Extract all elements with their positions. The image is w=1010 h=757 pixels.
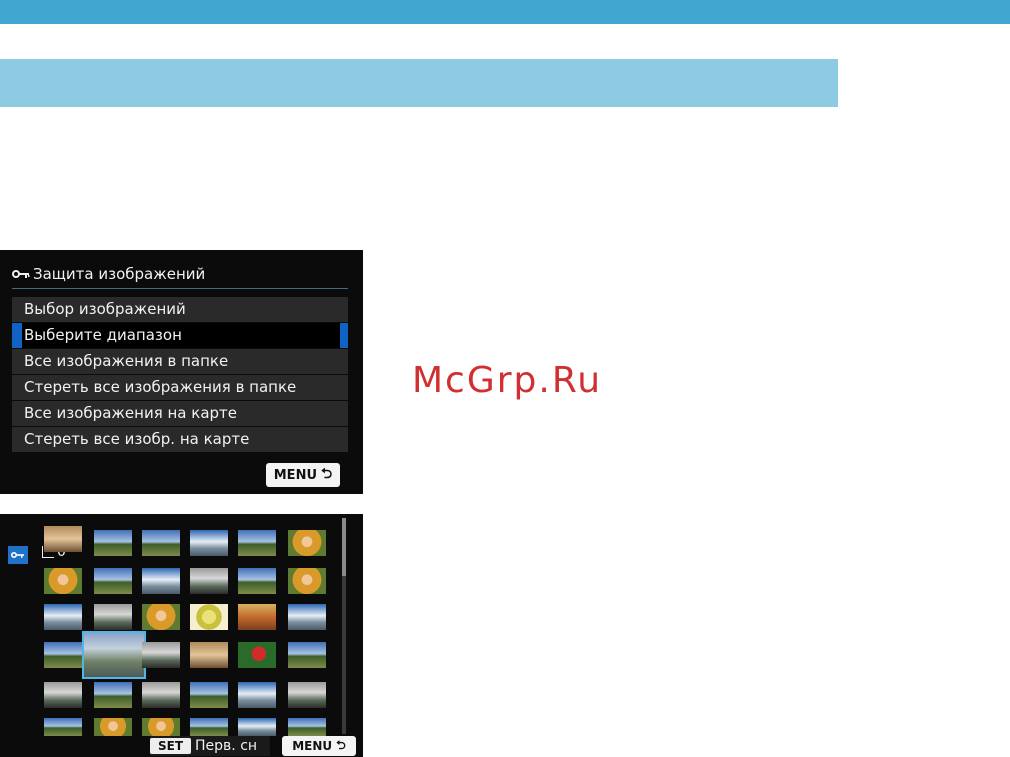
thumbnail[interactable] xyxy=(288,604,326,630)
menu-item-clear-all-on-card[interactable]: Стереть все изобр. на карте xyxy=(12,427,348,452)
top-color-bar xyxy=(0,0,1010,24)
thumbnail[interactable] xyxy=(190,682,228,708)
menu-item-label: Стереть все изобр. на карте xyxy=(24,430,250,448)
protect-images-menu-screen: Защита изображений Выбор изображений Выб… xyxy=(0,250,363,494)
thumbnail[interactable] xyxy=(44,642,82,668)
menu-divider xyxy=(12,288,348,289)
thumbnail[interactable] xyxy=(238,604,276,630)
thumbnail-index-screen: 0 SET Перв. сн MENU ⮌ xyxy=(0,514,363,757)
menu-item-all-in-folder[interactable]: Все изображения в папке xyxy=(12,349,348,374)
thumbnail[interactable] xyxy=(44,568,82,594)
thumbnail[interactable] xyxy=(288,682,326,708)
thumbnail[interactable] xyxy=(94,718,132,736)
thumbnail[interactable] xyxy=(44,604,82,630)
menu-back-button[interactable]: MENU ⮌ xyxy=(266,463,340,487)
menu-item-label: Выберите диапазон xyxy=(22,323,340,348)
key-icon xyxy=(12,269,30,279)
menu-item-all-on-card[interactable]: Все изображения на карте xyxy=(12,401,348,426)
thumbnail[interactable] xyxy=(238,530,276,556)
section-header-bar xyxy=(0,59,838,107)
thumbnail[interactable] xyxy=(288,568,326,594)
thumbnail[interactable] xyxy=(190,530,228,556)
thumbnail[interactable] xyxy=(142,718,180,736)
set-key: SET xyxy=(150,738,192,754)
set-first-image-button[interactable]: SET Перв. сн xyxy=(150,736,270,756)
menu-item-clear-all-in-folder[interactable]: Стереть все изображения в папке xyxy=(12,375,348,400)
menu-item-label: Стереть все изображения в папке xyxy=(24,378,297,396)
return-arrow-icon: ⮌ xyxy=(321,466,333,482)
selected-thumbnail[interactable] xyxy=(82,631,146,679)
thumbnail[interactable] xyxy=(142,604,180,630)
thumbnail[interactable] xyxy=(44,526,82,552)
thumbnail[interactable] xyxy=(190,568,228,594)
thumb-menu-back-button[interactable]: MENU ⮌ xyxy=(282,736,356,756)
thumbnail[interactable] xyxy=(94,682,132,708)
thumb-menu-label: MENU xyxy=(292,739,333,753)
menu-title-text: Защита изображений xyxy=(33,265,206,283)
thumbnail[interactable] xyxy=(288,718,326,736)
thumbnail[interactable] xyxy=(190,604,228,630)
scrollbar-thumb[interactable] xyxy=(342,518,346,576)
menu-item-label: Все изображения на карте xyxy=(24,404,237,422)
thumbnail[interactable] xyxy=(238,682,276,708)
thumbnail[interactable] xyxy=(142,568,180,594)
scrollbar[interactable] xyxy=(342,518,346,734)
thumbnail[interactable] xyxy=(288,530,326,556)
return-arrow-icon: ⮌ xyxy=(336,737,346,752)
thumbnail[interactable] xyxy=(142,530,180,556)
thumbnail[interactable] xyxy=(94,604,132,630)
protect-key-icon xyxy=(8,546,28,564)
menu-title: Защита изображений xyxy=(12,262,205,286)
thumbnail[interactable] xyxy=(190,642,228,668)
thumbnail[interactable] xyxy=(44,682,82,708)
thumbnail[interactable] xyxy=(238,642,276,668)
menu-item-label: Выбор изображений xyxy=(24,300,186,318)
thumbnail[interactable] xyxy=(44,718,82,736)
thumbnail[interactable] xyxy=(94,530,132,556)
thumbnail[interactable] xyxy=(288,642,326,668)
menu-item-select-images[interactable]: Выбор изображений xyxy=(12,297,348,322)
menu-back-label: MENU xyxy=(273,467,318,483)
thumbnail[interactable] xyxy=(190,718,228,736)
thumbnail[interactable] xyxy=(238,568,276,594)
menu-item-select-range[interactable]: Выберите диапазон xyxy=(12,323,348,348)
menu-item-label: Все изображения в папке xyxy=(24,352,229,370)
set-label: Перв. сн xyxy=(195,738,258,754)
thumbnail[interactable] xyxy=(94,568,132,594)
menu-list: Выбор изображений Выберите диапазон Все … xyxy=(12,297,348,453)
thumbnail[interactable] xyxy=(142,642,180,668)
watermark: McGrp.Ru xyxy=(412,360,603,401)
thumbnail[interactable] xyxy=(238,718,276,736)
thumbnail[interactable] xyxy=(142,682,180,708)
